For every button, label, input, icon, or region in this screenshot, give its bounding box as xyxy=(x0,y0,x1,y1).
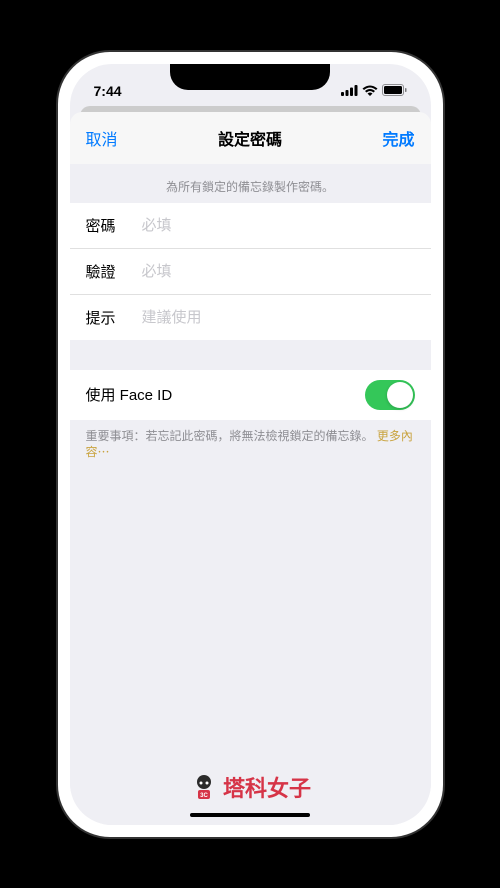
status-time: 7:44 xyxy=(94,83,122,99)
verify-row: 驗證 xyxy=(70,249,431,295)
faceid-label: 使用 Face ID xyxy=(86,384,173,405)
footer-prefix: 重要事項： xyxy=(86,429,146,443)
phone-frame: 7:44 取消 設定密碼 完成 為所有鎖定的備忘錄製作密碼。 xyxy=(58,52,443,837)
section-description: 為所有鎖定的備忘錄製作密碼。 xyxy=(70,164,431,203)
watermark-text: 塔科女子 xyxy=(223,771,311,803)
modal-title: 設定密碼 xyxy=(218,126,282,150)
svg-text:3C: 3C xyxy=(200,793,208,799)
password-input[interactable] xyxy=(142,217,415,234)
home-indicator[interactable] xyxy=(190,813,310,817)
signal-icon xyxy=(341,83,358,99)
notch xyxy=(170,64,330,90)
password-label: 密碼 xyxy=(86,215,142,236)
faceid-toggle[interactable] xyxy=(365,380,415,410)
faceid-section: 使用 Face ID xyxy=(70,370,431,420)
verify-label: 驗證 xyxy=(86,261,142,282)
hint-input[interactable] xyxy=(142,309,415,326)
password-form: 密碼 驗證 提示 xyxy=(70,203,431,340)
hint-row: 提示 xyxy=(70,295,431,340)
wifi-icon xyxy=(362,83,378,99)
cancel-button[interactable]: 取消 xyxy=(86,126,118,150)
settings-modal: 取消 設定密碼 完成 為所有鎖定的備忘錄製作密碼。 密碼 驗證 提示 xyxy=(70,112,431,825)
footer-note: 重要事項：若忘記此密碼，將無法檢視鎖定的備忘錄。 更多內容⋯ xyxy=(70,420,431,470)
hint-label: 提示 xyxy=(86,307,142,328)
footer-text: 若忘記此密碼，將無法檢視鎖定的備忘錄。 xyxy=(146,429,374,443)
faceid-row: 使用 Face ID xyxy=(70,370,431,420)
status-icons xyxy=(341,83,407,99)
screen: 7:44 取消 設定密碼 完成 為所有鎖定的備忘錄製作密碼。 xyxy=(70,64,431,825)
watermark-icon: 3C xyxy=(189,772,219,802)
battery-icon xyxy=(382,83,407,99)
done-button[interactable]: 完成 xyxy=(382,126,414,150)
modal-header: 取消 設定密碼 完成 xyxy=(70,112,431,164)
password-row: 密碼 xyxy=(70,203,431,249)
watermark: 3C 塔科女子 xyxy=(189,771,311,803)
toggle-knob xyxy=(387,382,413,408)
verify-input[interactable] xyxy=(142,263,415,280)
